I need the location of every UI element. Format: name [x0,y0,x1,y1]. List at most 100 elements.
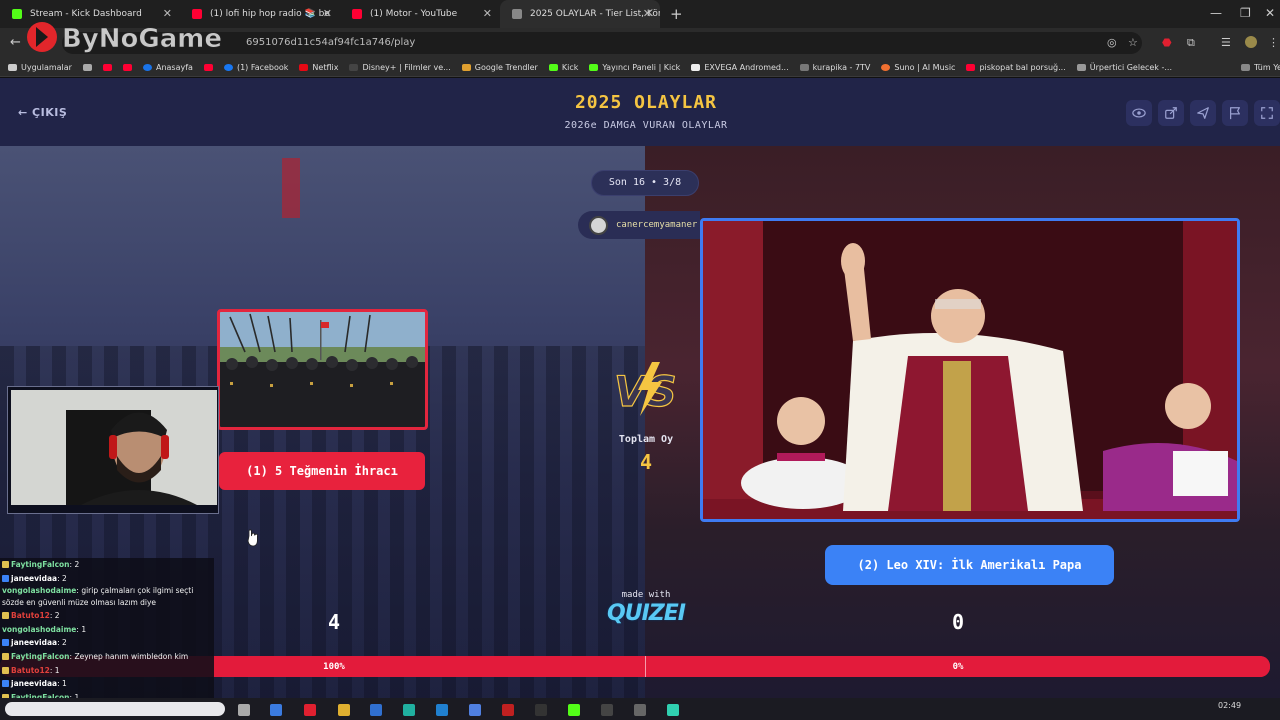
bookmark[interactable]: Google Trendler [461,63,538,72]
extension-icon[interactable]: ⬣ [1162,36,1174,49]
chat-username: FaytingFalcon [11,651,70,661]
chat-message: vongolashodaime: girip çalmaları çok ilg… [2,585,214,609]
flag-background [282,158,300,218]
chat-text: : 2 [57,638,67,648]
close-icon[interactable]: ✕ [483,7,492,20]
menu-icon[interactable]: ⋮ [1268,36,1280,49]
taskbar-app-icon[interactable] [502,704,514,716]
page-subtitle: 2026e DAMGA VURAN OLAYLAR [564,120,728,131]
browser-tab-active[interactable]: 2025 OLAYLAR - Tier List, Kör S ✕ [500,0,660,28]
close-icon[interactable]: ✕ [323,7,332,20]
total-votes-value: 4 [639,450,653,474]
send-button[interactable] [1190,100,1216,126]
report-button[interactable] [1222,100,1248,126]
browser-tab[interactable]: (1) Motor - YouTube ✕ [340,0,500,28]
task-view-icon[interactable] [238,704,250,716]
bookmark[interactable]: Anasayfa [142,63,193,72]
user-badge: canercemyamaner [578,211,700,239]
chat-text: : 1 [57,679,67,689]
page-title: 2025 OLAYLAR [574,92,718,113]
bookmark[interactable] [102,63,112,71]
taskbar-app-icon[interactable] [667,704,679,716]
bookmark[interactable]: piskopat bal porsuğ... [966,63,1066,72]
bookmark[interactable]: Kick [548,63,578,72]
option-right-image[interactable] [700,218,1240,522]
taskbar-app-icon[interactable] [634,704,646,716]
chat-badge-icon [2,666,9,674]
bookmark[interactable]: Disney+ | Filmler ve... [349,63,451,72]
bynogame-logo: ByNoGame [27,22,222,54]
left-vote-percent: 100% [323,662,345,672]
puzzle-icon[interactable]: ⧉ [1187,36,1199,49]
chat-badge-icon [2,574,9,582]
kick-icon [12,9,22,19]
taskbar-app-icon[interactable] [469,704,481,716]
right-vote-count: 0 [951,610,965,634]
right-vote-percent: 0% [952,662,964,672]
cadets-photo [220,312,425,427]
bookmark[interactable]: kurapika - 7TV [799,63,870,72]
taskbar-app-icon[interactable] [436,704,448,716]
chat-message: Batuto12: 1 [2,664,214,678]
bookmark[interactable] [203,63,213,71]
bookmarks-bar: Uygulamalar Anasayfa (1) Facebook Netfli… [0,58,1280,77]
os-taskbar: 02:49 [0,698,1280,720]
chat-username: janeevidaa [11,638,58,648]
star-icon[interactable]: ☆ [1128,36,1140,49]
share-button[interactable] [1158,100,1184,126]
fullscreen-icon [1261,107,1273,119]
maximize-icon[interactable]: ❐ [1240,6,1251,20]
taskbar-app-icon[interactable] [270,704,282,716]
bookmark[interactable]: Netflix [299,63,338,72]
left-vote-count: 4 [327,610,341,634]
close-icon[interactable]: ✕ [643,7,652,20]
bookmark[interactable]: Yayıncı Paneli | Kick [589,63,680,72]
chat-username: janeevidaa [11,573,58,583]
option-left-image[interactable] [217,309,428,430]
send-icon [1197,107,1209,119]
all-bookmarks[interactable]: Tüm Yer İşaretleri [1241,63,1280,72]
tab-title: 2025 OLAYLAR - Tier List, Kör S [530,9,660,19]
bookmark[interactable] [82,63,92,71]
chat-badge-icon [2,612,9,620]
taskbar-app-icon[interactable] [370,704,382,716]
chat-username: FaytingFalcon [11,560,70,569]
media-icon[interactable]: ☰ [1221,36,1233,49]
option-right-button[interactable]: (2) Leo XIV: İlk Amerikalı Papa [825,545,1114,585]
bookmark[interactable] [122,63,132,71]
option-left-button[interactable]: (1) 5 Teğmenin İhracı [219,452,425,490]
chat-text: : 2 [49,611,60,621]
chat-message: Batuto12: 2 [2,609,214,623]
chat-message: janeevidaa: 2 [2,636,214,650]
chat-message: FaytingFalcon: 2 [2,558,214,572]
new-tab-icon[interactable]: + [670,5,683,23]
bookmark[interactable]: EXVEGA Andromed... [691,63,789,72]
bookmark[interactable]: Uygulamalar [8,63,72,72]
vs-lightning-icon: VS [613,362,677,416]
folder-icon[interactable] [338,704,350,716]
taskbar-app-icon[interactable] [601,704,613,716]
youtube-icon [352,9,362,19]
taskbar-app-icon[interactable] [304,704,316,716]
chat-text: : Zeynep hanım wimbledon kim [69,651,189,661]
taskbar-app-icon[interactable] [535,704,547,716]
profile-avatar[interactable] [1245,36,1257,48]
eye-button[interactable] [1126,100,1152,126]
taskbar-app-icon[interactable] [403,704,415,716]
chat-username: Batuto12 [11,665,50,675]
minimize-icon[interactable]: — [1210,6,1222,20]
window-close-icon[interactable]: ✕ [1265,6,1275,20]
fullscreen-button[interactable] [1254,100,1280,126]
kick-icon[interactable] [568,704,580,716]
taskbar-search-field[interactable] [5,702,225,716]
flag-icon [1230,107,1240,120]
bookmark[interactable]: Suno | AI Music [881,63,955,72]
bookmark[interactable]: (1) Facebook [223,63,288,72]
chat-text: : 1 [76,624,87,634]
eye-off-icon[interactable]: ◎ [1107,36,1119,49]
total-votes-label: Toplam Oy [618,434,674,445]
back-icon[interactable]: ← [10,35,21,50]
chat-badge-icon [2,561,9,568]
stream-chat: FaytingFalcon: 2 janeevidaa: 2 vongolashod… [0,558,214,720]
bookmark[interactable]: Ürpertici Gelecek -... [1076,63,1172,72]
